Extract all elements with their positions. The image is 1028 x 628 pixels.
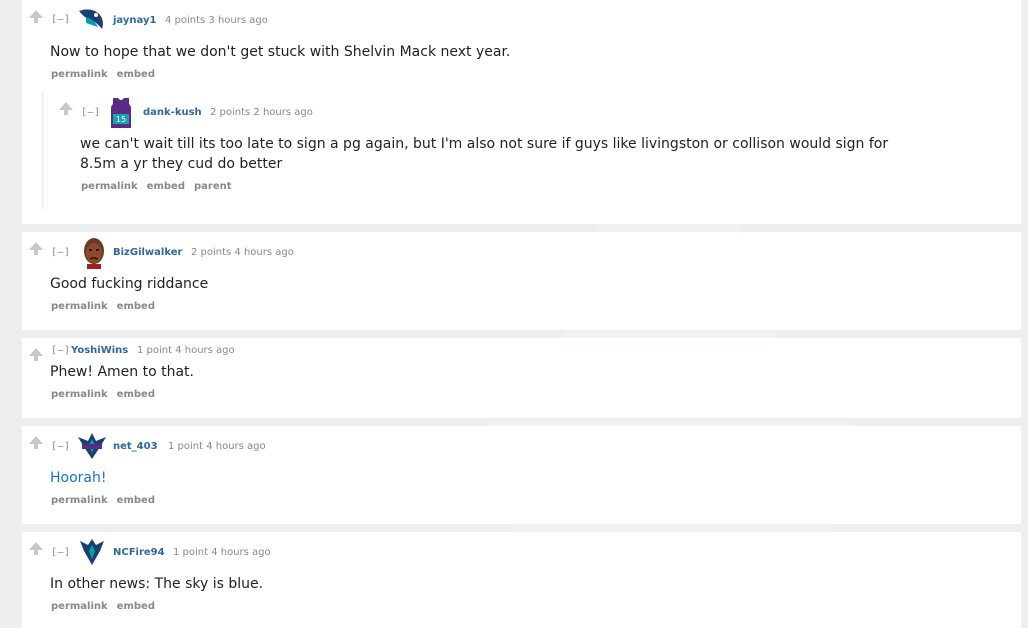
svg-text:15: 15 bbox=[116, 115, 126, 124]
collapse-toggle[interactable]: [–] bbox=[51, 14, 71, 25]
hornets-logo-icon bbox=[78, 433, 106, 459]
upvote-arrow-icon[interactable] bbox=[29, 436, 43, 449]
embed-button[interactable]: embed bbox=[117, 601, 155, 612]
embed-button[interactable]: embed bbox=[117, 495, 155, 506]
parent-button[interactable]: parent bbox=[194, 181, 232, 192]
embed-button[interactable]: embed bbox=[117, 389, 155, 400]
collapse-toggle[interactable]: [–] bbox=[51, 247, 71, 258]
collapse-toggle[interactable]: [–] bbox=[81, 107, 101, 118]
comment-body: Good fucking riddance bbox=[50, 276, 209, 292]
avatar-face-icon bbox=[84, 238, 104, 269]
permalink-button[interactable]: permalink bbox=[51, 389, 108, 400]
comment-author[interactable]: dank-kush bbox=[143, 107, 202, 118]
comment-author[interactable]: BizGilwalker bbox=[113, 247, 182, 258]
permalink-button[interactable]: permalink bbox=[51, 69, 108, 80]
comment-author[interactable]: NCFire94 bbox=[113, 547, 165, 558]
collapse-toggle[interactable]: [–] bbox=[51, 345, 71, 356]
comment-body: we can't wait till its too late to sign … bbox=[80, 136, 889, 172]
child-thread-line bbox=[42, 92, 43, 210]
permalink-button[interactable]: permalink bbox=[51, 495, 108, 506]
comment-card: [–] NCFire94 1 point 4 hours ago In othe… bbox=[22, 532, 1021, 628]
comment-score-time: 1 point 4 hours ago bbox=[137, 345, 235, 356]
comment-buttons: permalink embed bbox=[51, 601, 164, 612]
comment-body: Phew! Amen to that. bbox=[50, 364, 194, 380]
comment-score-time: 4 points 3 hours ago bbox=[165, 15, 268, 26]
comment-author[interactable]: jaynay1 bbox=[113, 15, 156, 26]
upvote-arrow-icon[interactable] bbox=[29, 348, 43, 361]
hornet-icon bbox=[79, 9, 103, 29]
collapse-toggle[interactable]: [–] bbox=[51, 441, 71, 452]
comment-card: [–] BizGilwalker 2 points 4 hours ago Go… bbox=[22, 232, 1021, 330]
embed-button[interactable]: embed bbox=[147, 181, 185, 192]
permalink-button[interactable]: permalink bbox=[51, 601, 108, 612]
comment-author[interactable]: YoshiWins bbox=[71, 345, 128, 356]
collapse-toggle[interactable]: [–] bbox=[51, 547, 71, 558]
upvote-arrow-icon[interactable] bbox=[59, 102, 73, 115]
comment-body: In other news: The sky is blue. bbox=[50, 576, 264, 592]
permalink-button[interactable]: permalink bbox=[81, 181, 138, 192]
upvote-arrow-icon[interactable] bbox=[29, 542, 43, 555]
comment-buttons: permalink embed bbox=[51, 495, 164, 506]
comment-score-time: 2 points 4 hours ago bbox=[191, 247, 294, 258]
jersey-icon: 15 bbox=[111, 98, 131, 128]
comment-card: [–] net_403 1 point 4 hours ago Hoorah! … bbox=[22, 426, 1021, 524]
comment-score-time: 1 point 4 hours ago bbox=[168, 441, 266, 452]
comment-buttons: permalink embed parent bbox=[81, 181, 241, 192]
comment-score-time: 1 point 4 hours ago bbox=[173, 547, 271, 558]
comment-body: Now to hope that we don't get stuck with… bbox=[50, 44, 511, 60]
upvote-arrow-icon[interactable] bbox=[29, 10, 43, 23]
comment-card: [–] YoshiWins 1 point 4 hours ago Phew! … bbox=[22, 338, 1021, 418]
embed-button[interactable]: embed bbox=[117, 301, 155, 312]
comment-score-time: 2 points 2 hours ago bbox=[210, 107, 313, 118]
comment-buttons: permalink embed bbox=[51, 389, 164, 400]
embed-button[interactable]: embed bbox=[117, 69, 155, 80]
comment-buttons: permalink embed bbox=[51, 301, 164, 312]
permalink-button[interactable]: permalink bbox=[51, 301, 108, 312]
comment-author[interactable]: net_403 bbox=[113, 441, 158, 452]
comment-body: Hoorah! bbox=[50, 470, 107, 486]
upvote-arrow-icon[interactable] bbox=[29, 242, 43, 255]
comment-buttons: permalink embed bbox=[51, 69, 164, 80]
comment-card: [–] jaynay1 4 points 3 hours ago Now to … bbox=[22, 0, 1021, 224]
hornets-logo-icon bbox=[80, 539, 104, 565]
